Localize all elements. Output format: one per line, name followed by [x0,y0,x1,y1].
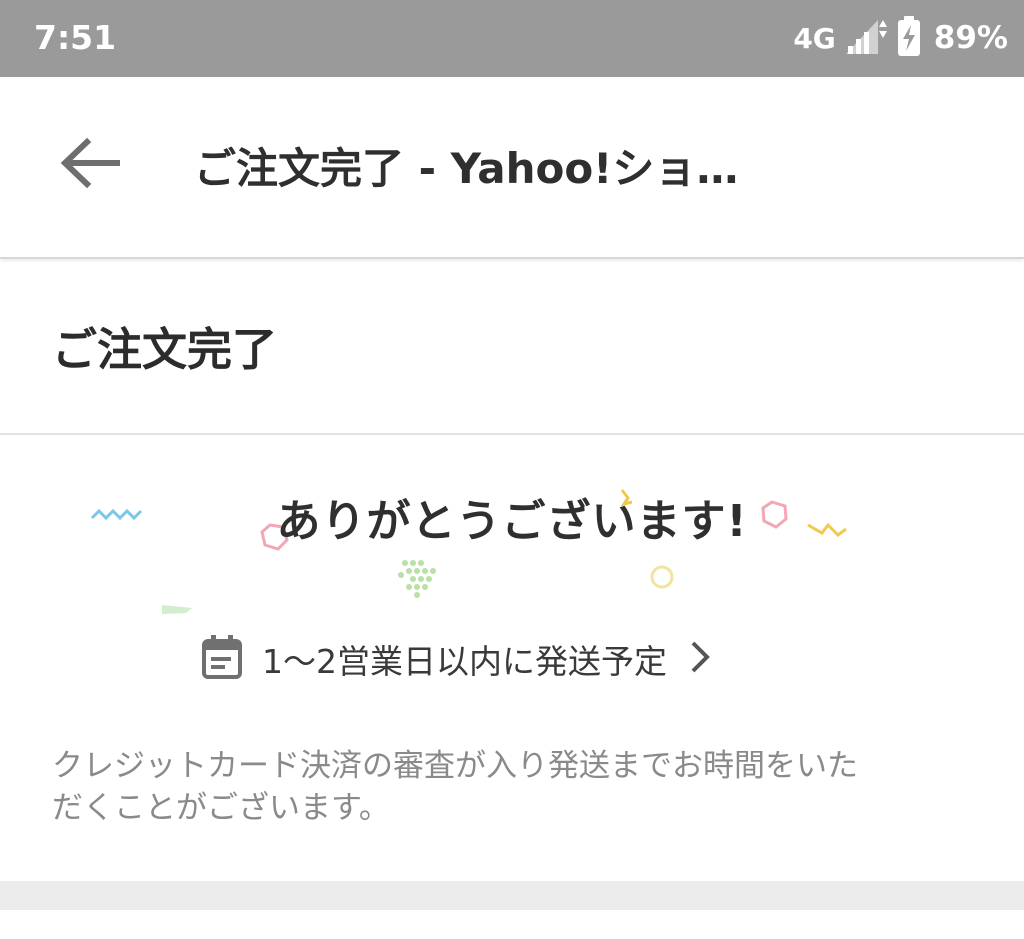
status-indicators: 4G 89% [793,16,1008,60]
battery-charging-icon [896,15,922,61]
network-type: 4G [793,21,836,55]
signal-icon [844,16,888,60]
arrow-back-icon [59,137,121,192]
battery-percent: 89% [933,20,1008,56]
page-header: ご注文完了 [0,259,1024,435]
note-line-2: だくことがございます。 [52,790,390,826]
note-line-1: クレジットカード決済の審査が入り発送までお時間をいた [52,748,858,784]
section-divider [0,881,1024,910]
payment-review-note: クレジットカード決済の審査が入り発送までお時間をいた だくことがございます。 [52,745,982,829]
shipping-schedule-text: 1〜2営業日以内に発送予定 [262,642,667,681]
page-title: ご注文完了 [52,323,278,376]
app-bar-title: ご注文完了 - Yahoo!ショ… [194,144,739,193]
shipping-schedule-link[interactable]: 1〜2営業日以内に発送予定 [200,628,715,690]
thanks-message: ありがとうございます! [276,496,748,547]
back-button[interactable] [52,135,128,195]
status-time: 7:51 [34,18,117,57]
chevron-right-icon [685,637,715,681]
status-bar: 7:51 4G 89% [0,0,1024,77]
calendar-icon [200,633,244,685]
app-bar: ご注文完了 - Yahoo!ショ… [0,77,1024,259]
